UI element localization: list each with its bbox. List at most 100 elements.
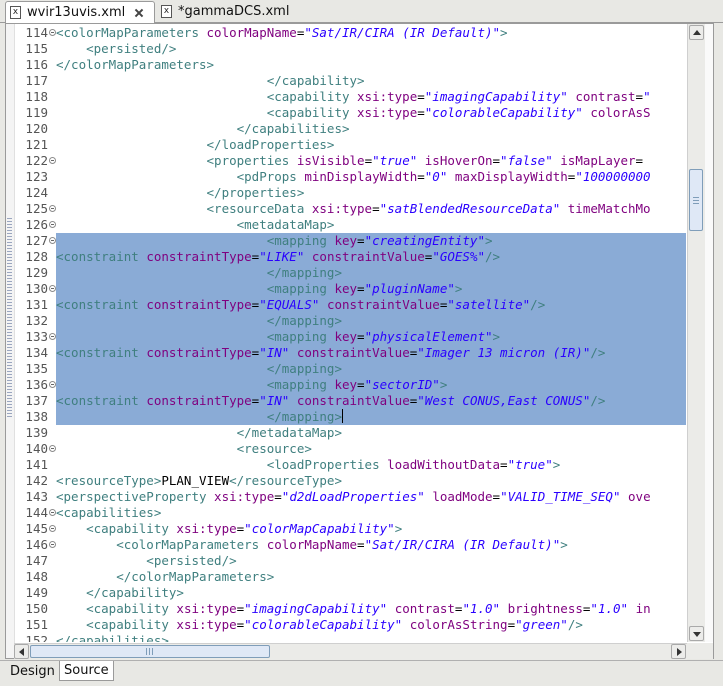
scrollbar-corner [687,643,713,659]
code-line[interactable]: 125 <resourceData xsi:type="satBlendedRe… [14,201,686,217]
code-text: <capability xsi:type="colorableCapabilit… [56,105,651,121]
code-token: <colorMapParameters [56,25,207,40]
code-token: brightness [507,601,583,616]
tab-gammadcs[interactable]: x *gammaDCS.xml [157,1,307,21]
code-line[interactable]: 118 <capability xsi:type="imagingCapabil… [14,89,686,105]
code-line[interactable]: 130 <mapping key="pluginName"> [14,281,686,297]
xml-source-editor[interactable]: 114 <colorMapParameters colorMapName="Sat… [5,23,714,660]
code-line[interactable]: 114 <colorMapParameters colorMapName="Sat… [14,25,686,41]
code-line[interactable]: 138 </mapping> [14,409,686,425]
line-number: 132 [25,313,48,328]
scroll-up-button[interactable] [689,25,704,40]
code-line[interactable]: 128 <constraint constraintType="LIKE" con… [14,249,686,265]
line-number: 117 [25,73,48,88]
code-line[interactable]: 126 <metadataMap> [14,217,686,233]
horizontal-scrollbar[interactable] [14,643,687,660]
code-line[interactable]: 129 </mapping> [14,265,686,281]
scroll-left-button[interactable] [14,644,29,659]
fold-toggle-icon[interactable] [49,237,56,244]
code-line[interactable]: 131 <constraint constraintType="EQUALS" c… [14,297,686,313]
fold-toggle-icon[interactable] [49,157,56,164]
code-text: </mapping> [56,409,686,425]
code-area[interactable]: 114 <colorMapParameters colorMapName="Sat… [14,24,686,642]
fold-toggle-icon[interactable] [49,509,56,516]
code-line[interactable]: 136 <mapping key="sectorID"> [14,377,686,393]
code-line[interactable]: 117 </capability> [14,73,686,89]
code-text: </mapping> [56,265,686,281]
code-token: "Sat/IR/CIRA (IR Default)" [304,25,501,40]
code-token: </capabilities> [56,633,169,642]
vertical-scrollbar[interactable] [687,24,705,642]
code-text: </colorMapParameters> [56,569,274,585]
code-line[interactable]: 148 </colorMapParameters> [14,569,686,585]
code-line[interactable]: 147 <persisted/> [14,553,686,569]
fold-toggle-icon[interactable] [49,221,56,228]
fold-toggle-icon[interactable] [49,381,56,388]
code-line[interactable]: 140 <resource> [14,441,686,457]
code-line[interactable]: 121 </loadProperties> [14,137,686,153]
code-text: <constraint constraintType="IN" constrai… [56,393,686,409]
code-token: colorMapName [206,25,297,40]
code-token: constraintValue [326,297,440,312]
code-token: </loadProperties> [56,137,335,152]
vertical-scroll-thumb[interactable] [689,169,703,231]
code-line[interactable]: 144 <capabilities> [14,505,686,521]
code-line[interactable]: 139 </metadataMap> [14,425,686,441]
code-line[interactable]: 119 <capability xsi:type="colorableCapab… [14,105,686,121]
tab-design[interactable]: Design [6,662,59,682]
fold-toggle-icon[interactable] [49,333,56,340]
code-token: = [417,169,425,184]
fold-toggle-icon[interactable] [49,29,56,36]
code-token: = [417,89,425,104]
code-text: </metadataMap> [56,425,342,441]
code-line[interactable]: 132 </mapping> [14,313,686,329]
code-token: <persisted/> [56,553,237,568]
tab-wvir13uvis[interactable]: x wvir13uvis.xml [5,1,155,23]
code-line[interactable]: 135 </mapping> [14,361,686,377]
code-token: = [492,489,501,504]
tab-source[interactable]: Source [59,661,114,681]
code-line[interactable]: 143 <perspectiveProperty xsi:type="d2dLoa… [14,489,686,505]
fold-toggle-icon[interactable] [49,525,56,532]
code-token: = [357,537,365,552]
code-line[interactable]: 145 <capability xsi:type="colorMapCapabi… [14,521,686,537]
tab-label: wvir13uvis.xml [27,5,126,20]
close-icon[interactable] [133,7,145,19]
code-line[interactable]: 127 <mapping key="creatingEntity"> [14,233,686,249]
code-line[interactable]: 116 </colorMapParameters> [14,57,686,73]
fold-toggle-icon[interactable] [49,541,56,548]
code-line[interactable]: 151 <capability xsi:type = "colorableCapab… [14,617,686,633]
code-token: > [552,457,561,472]
code-line[interactable]: 146 <colorMapParameters colorMapName="Sa… [14,537,686,553]
text-caret [341,409,343,423]
code-token: "colorableCapability" [244,617,403,632]
code-token: = [492,153,501,168]
code-line[interactable]: 115 <persisted/> [14,41,686,57]
code-line[interactable]: 152 </capabilities> [14,633,686,642]
code-token: "West CONUS,East CONUS" [417,393,591,408]
fold-toggle-icon[interactable] [49,445,56,452]
code-token: "1.0" [590,601,629,616]
code-line[interactable]: 149 </capability> [14,585,686,601]
scroll-down-button[interactable] [689,626,704,641]
fold-toggle-icon[interactable] [49,285,56,292]
code-line[interactable]: 120 </capabilities> [14,121,686,137]
line-number: 128 [25,249,48,264]
code-line[interactable]: 133 <mapping key="physicalElement"> [14,329,686,345]
code-line[interactable]: 123 <pdProps minDisplayWidth="0" maxDisp… [14,169,686,185]
code-line[interactable]: 124 </properties> [14,185,686,201]
code-line[interactable]: 150 <capability xsi:type="imagingCapabil… [14,601,686,617]
code-line[interactable]: 122 <properties isVisible="true" isHover… [14,153,686,169]
code-line[interactable]: 134 <constraint constraintType="IN" const… [14,345,686,361]
code-line[interactable]: 137 <constraint constraintType="IN" const… [14,393,686,409]
horizontal-scroll-thumb[interactable] [30,645,270,658]
code-line[interactable]: 142 <resourceType>PLAN_VIEW</resourceType… [14,473,686,489]
selection-ruler-marker [7,217,12,417]
scroll-right-button[interactable] [671,644,686,659]
code-line[interactable]: 141 <loadProperties loadWithoutData="tru… [14,457,686,473]
fold-toggle-icon[interactable] [49,205,56,212]
